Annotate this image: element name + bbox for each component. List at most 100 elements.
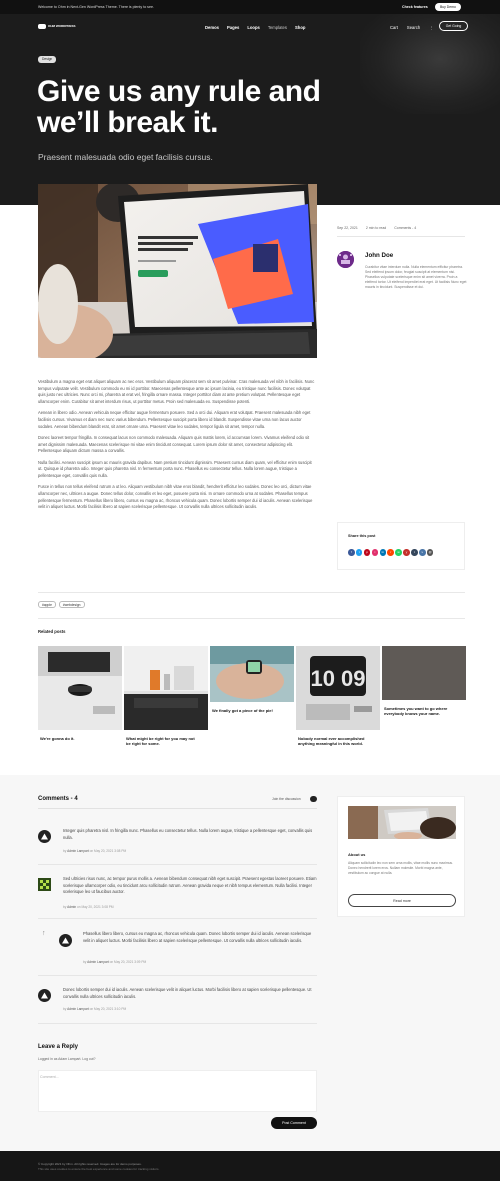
avatar-pattern-icon	[337, 251, 354, 268]
related-posts: We're gonna do it. What might be right f…	[38, 646, 466, 766]
user-icon	[41, 833, 48, 840]
divider	[38, 864, 317, 865]
get-going-button[interactable]: Get Going	[439, 21, 468, 31]
related-post-image	[382, 646, 466, 700]
divider	[337, 236, 465, 237]
related-post-title[interactable]: We're gonna do it.	[38, 736, 114, 741]
related-posts-title: Related posts	[38, 629, 66, 634]
check-features-link[interactable]: Check features	[402, 5, 428, 9]
footer-copyright: © Copyright 2021 by Ohm. All rights rese…	[38, 1162, 142, 1166]
related-post-image: 10 09	[296, 646, 380, 730]
author-bio: Curabitur vitae interdum nulla. Nulla el…	[365, 265, 467, 289]
post-date: Sep 22, 2021	[337, 226, 358, 230]
footer-cookies: This site uses cookies to ensure the bes…	[38, 1167, 160, 1171]
page-subtitle: Praesent malesuada odio eget facilisis c…	[38, 152, 213, 162]
announcement-text: Welcome to Ohm in Next-Gen WordPress The…	[38, 5, 154, 9]
comment-author[interactable]: Admin	[67, 905, 76, 909]
article-paragraph: Donec laoreet tempor fringilla. In conse…	[38, 434, 310, 454]
about-text: Aliquam sollicitudin leo non sem urna mo…	[348, 861, 453, 875]
comment-date: on May 20, 2021 3:10 PM	[89, 1007, 127, 1011]
related-post-card[interactable]: 10 09 Nobody normal ever accomplished an…	[296, 646, 380, 746]
related-post-title[interactable]: What might be right for you may not be r…	[124, 736, 200, 746]
divider	[38, 975, 317, 976]
pinterest-icon[interactable]: p	[363, 549, 371, 556]
logo-text: OHM WORDPRESS	[48, 23, 76, 28]
reddit-icon[interactable]: r	[387, 549, 394, 556]
menu-dots-icon[interactable]: ⋮	[429, 25, 433, 30]
comment-date: on May 20, 2021 3:08 PM	[77, 905, 114, 909]
linkedin-icon[interactable]: in	[379, 549, 387, 556]
laptop-illustration	[38, 184, 317, 358]
logged-in-text[interactable]: Logged in as Adam Lampart. Log out?	[38, 1057, 96, 1061]
facebook-icon[interactable]: f	[348, 549, 355, 556]
divider	[38, 808, 317, 809]
share-widget: Share this post f t p i in r w y t v @	[337, 522, 465, 570]
instagram-icon[interactable]: i	[371, 549, 379, 556]
svg-text:10 09: 10 09	[310, 666, 365, 691]
post-comment-button[interactable]: Post Comment	[271, 1117, 317, 1129]
post-meta: Sep 22, 2021 2 min to read Comments - 4	[337, 226, 416, 230]
search-link[interactable]: Search	[407, 25, 420, 30]
share-icons: f t p i in r w y t v @	[348, 549, 434, 556]
email-icon[interactable]: @	[426, 549, 434, 556]
user-icon	[62, 937, 69, 944]
site-logo[interactable]: OHM WORDPRESS	[38, 24, 82, 29]
reply-title: Leave a Reply	[38, 1044, 79, 1050]
tumblr-icon[interactable]: t	[411, 549, 418, 556]
comment-avatar[interactable]	[38, 989, 51, 1002]
nav-item-templates[interactable]: Templates	[268, 25, 287, 30]
related-post-card[interactable]: We're gonna do it.	[38, 646, 122, 741]
comments-count-link[interactable]: Comments - 4	[394, 226, 416, 230]
related-post-card[interactable]: What might be right for you may not be r…	[124, 646, 208, 746]
author-name[interactable]: John Doe	[365, 252, 393, 259]
related-post-title[interactable]: Sometimes you want to go where everybody…	[382, 706, 458, 716]
comments-title: Comments - 4	[38, 796, 78, 802]
nav-item-loops[interactable]: Loops	[247, 25, 260, 30]
related-post-image	[38, 646, 122, 730]
related-post-title[interactable]: Nobody normal ever accomplished anything…	[296, 736, 372, 746]
tag-webdesign[interactable]: #webdesign	[58, 601, 85, 608]
related-post-title[interactable]: We finally got a piece of the pie!	[210, 708, 286, 713]
buy-demo-button[interactable]: Buy Demo	[435, 3, 461, 11]
tag-apple[interactable]: #apple	[38, 601, 56, 608]
comment-date: on May 20, 2021 3:08 PM	[89, 849, 127, 853]
related-post-image	[124, 646, 208, 730]
read-more-button[interactable]: Read more	[348, 894, 456, 907]
nav-item-shop[interactable]: Shop	[295, 25, 305, 30]
hero-section: OHM WORDPRESS Demos Pages Loops Template…	[0, 14, 500, 205]
divider	[38, 918, 317, 919]
share-title: Share this post	[348, 534, 376, 538]
comment-textarea[interactable]: Comment...	[38, 1070, 317, 1112]
comment-avatar[interactable]	[59, 934, 72, 947]
article-body: Vestibulum a magna eget erat aliquet ali…	[38, 379, 317, 515]
divider	[38, 1023, 317, 1024]
cart-link[interactable]: Cart	[390, 25, 398, 30]
comment-author[interactable]: Admin Lampart	[67, 849, 89, 853]
comment-meta: by Admin Lampart on May 20, 2021 3:09 PM	[83, 960, 147, 964]
related-post-card[interactable]: Sometimes you want to go where everybody…	[382, 646, 466, 716]
identicon-icon	[38, 878, 51, 891]
related-post-image	[210, 646, 294, 702]
category-badge[interactable]: Design	[38, 56, 57, 63]
twitter-icon[interactable]: t	[355, 549, 363, 556]
comment-avatar[interactable]	[38, 878, 51, 891]
comment-text: Donec lobortis semper dui id iaculis. Ae…	[63, 987, 312, 999]
vk-icon[interactable]: v	[419, 549, 426, 556]
comment-text: Phasellus libero libero, cursus eu magna…	[83, 931, 312, 943]
nav-item-demos[interactable]: Demos	[205, 25, 219, 30]
site-footer: © Copyright 2021 by Ohm. All rights rese…	[0, 1151, 500, 1181]
comment-author[interactable]: Admin Lampart	[67, 1007, 89, 1011]
comment-author[interactable]: Admin Lampart	[87, 960, 109, 964]
reply-arrow-icon: ↑	[42, 930, 46, 937]
related-post-card[interactable]: We finally got a piece of the pie!	[210, 646, 294, 713]
comment-avatar[interactable]	[38, 830, 51, 843]
logo-icon	[38, 24, 46, 29]
user-icon	[41, 992, 48, 999]
youtube-icon[interactable]: y	[403, 549, 410, 556]
whatsapp-icon[interactable]: w	[395, 549, 402, 556]
nav-item-pages[interactable]: Pages	[227, 25, 239, 30]
join-discussion-link[interactable]: Join the discussion	[272, 797, 301, 801]
comment-meta: by Admin Lampart on May 20, 2021 3:10 PM	[63, 1007, 127, 1011]
author-avatar[interactable]	[337, 251, 354, 268]
discussion-avatar-icon	[310, 796, 317, 802]
